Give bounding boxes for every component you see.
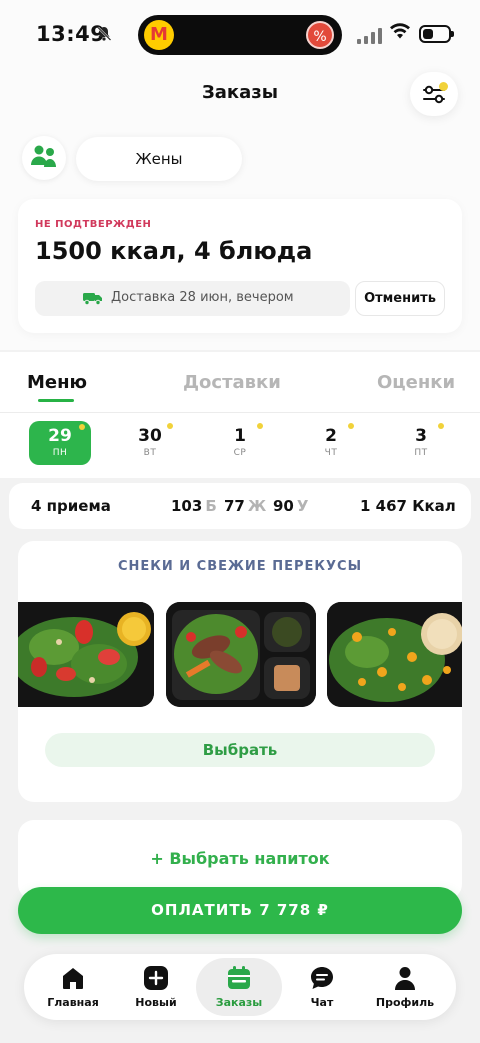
page-title: Заказы xyxy=(201,82,279,103)
pay-button[interactable]: ОПЛАТИТЬ 7 778 ₽ xyxy=(18,887,462,934)
wifi-icon xyxy=(389,22,411,44)
dish-image[interactable] xyxy=(327,602,462,707)
nav-item-home[interactable]: Главная xyxy=(30,958,116,1016)
order-status-badge: НЕ ПОДТВЕРЖДЕН xyxy=(35,219,152,230)
calendar-icon xyxy=(228,966,250,989)
tabs-bar: Меню Доставки Оценки xyxy=(0,352,480,414)
day-number: 30 xyxy=(138,426,162,446)
day-weekday: ПТ xyxy=(414,448,428,458)
nutrition-summary: 4 приема 103 Б 77 Ж 90 У 1 467 Ккал xyxy=(9,483,471,529)
day-weekday: ВТ xyxy=(143,448,157,458)
profile-icon xyxy=(395,967,415,990)
active-tab-indicator xyxy=(38,399,74,402)
carbs-value: 90 У xyxy=(273,497,309,515)
day-indicator-dot xyxy=(167,423,173,429)
plus-icon xyxy=(144,966,168,990)
filter-button[interactable] xyxy=(410,72,458,116)
fat-value: 77 Ж xyxy=(224,497,267,515)
section-title: СНЕКИ И СВЕЖИЕ ПЕРЕКУСЫ xyxy=(117,559,363,574)
status-time: 13:49 xyxy=(36,22,106,46)
day-indicator-dot xyxy=(438,423,444,429)
cancel-order-button[interactable]: Отменить xyxy=(355,281,445,316)
tab-deliveries[interactable]: Доставки xyxy=(183,372,281,393)
filter-indicator-dot xyxy=(439,82,448,91)
nav-item-new[interactable]: Новый xyxy=(113,958,199,1016)
discount-icon: % xyxy=(306,21,334,49)
day-indicator-dot xyxy=(348,423,354,429)
dish-image[interactable] xyxy=(18,602,154,707)
nav-item-chat[interactable]: Чат xyxy=(279,958,365,1016)
status-bar: 13:49 M % xyxy=(0,0,480,70)
nav-label: Заказы xyxy=(215,996,263,1009)
day-item[interactable]: 1 СР xyxy=(209,421,271,465)
choose-drink-button[interactable]: + Выбрать напиток xyxy=(18,849,462,868)
day-number: 3 xyxy=(415,426,427,446)
tab-menu[interactable]: Меню xyxy=(27,372,87,393)
order-card[interactable]: НЕ ПОДТВЕРЖДЕН 1500 ккал, 4 блюда Достав… xyxy=(18,199,462,333)
dynamic-island: M % xyxy=(138,15,342,55)
day-item[interactable]: 2 ЧТ xyxy=(300,421,362,465)
order-summary: 1500 ккал, 4 блюда xyxy=(35,237,313,265)
chat-icon xyxy=(311,967,333,989)
choose-snack-button[interactable]: Выбрать xyxy=(45,733,435,767)
battery-icon xyxy=(419,25,454,43)
nav-item-orders[interactable]: Заказы xyxy=(196,958,282,1016)
day-weekday: ЧТ xyxy=(324,448,338,458)
bottom-nav: Главная Новый Заказы Чат Профиль xyxy=(24,954,456,1020)
bell-muted-icon xyxy=(96,26,112,46)
day-indicator-dot xyxy=(257,423,263,429)
delivery-info[interactable]: Доставка 28 июн, вечером xyxy=(35,281,350,316)
market-app-icon: M xyxy=(144,20,174,50)
tab-ratings[interactable]: Оценки xyxy=(377,372,455,393)
protein-value: 103 Б xyxy=(171,497,217,515)
nav-label: Чат xyxy=(310,996,334,1009)
avatar[interactable] xyxy=(22,136,66,180)
profile-selector[interactable]: Жены xyxy=(76,137,242,181)
nav-label: Новый xyxy=(135,996,177,1009)
day-item[interactable]: 30 ВТ xyxy=(119,421,181,465)
nav-label: Главная xyxy=(47,996,99,1009)
day-number: 2 xyxy=(325,426,337,446)
delivery-truck-icon xyxy=(83,293,102,306)
snacks-card: СНЕКИ И СВЕЖИЕ ПЕРЕКУСЫ Выбрать xyxy=(18,541,462,802)
day-selector: 29 ПН 30 ВТ 1 СР 2 ЧТ 3 ПТ xyxy=(0,414,480,478)
divider xyxy=(0,412,480,413)
kcal-total: 1 467 Ккал xyxy=(360,497,456,515)
day-item[interactable]: 3 ПТ xyxy=(390,421,452,465)
day-number: 1 xyxy=(234,426,246,446)
meals-count: 4 приема xyxy=(31,497,111,515)
nav-label: Профиль xyxy=(375,996,435,1009)
people-icon xyxy=(31,145,56,167)
home-icon xyxy=(63,968,83,989)
cellular-signal-icon xyxy=(357,27,383,44)
nav-item-profile[interactable]: Профиль xyxy=(362,958,448,1016)
delivery-label: Доставка 28 июн, вечером xyxy=(111,290,294,305)
day-item[interactable]: 29 ПН xyxy=(29,421,91,465)
dish-image[interactable] xyxy=(166,602,316,707)
sliders-icon xyxy=(423,85,445,104)
day-weekday: ПН xyxy=(52,448,68,458)
day-indicator-dot xyxy=(79,424,85,430)
day-weekday: СР xyxy=(233,448,247,458)
